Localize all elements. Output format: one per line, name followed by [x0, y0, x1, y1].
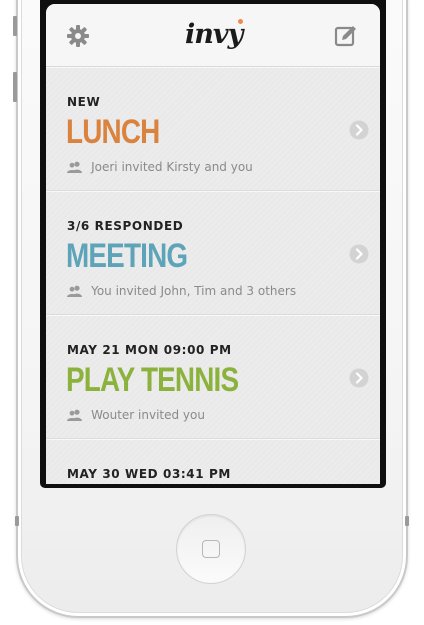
side-button-bottom-right — [405, 516, 409, 526]
event-item-meeting[interactable]: 3/6 RESPONDED MEETING You invited John, … — [46, 191, 380, 315]
event-title: MEETING — [66, 237, 188, 275]
app-header: invy — [46, 4, 380, 67]
event-meta-text: Wouter invited you — [91, 407, 205, 422]
compose-icon[interactable] — [333, 23, 359, 49]
event-meta: You invited John, Tim and 3 others — [67, 280, 297, 298]
gear-icon[interactable] — [65, 23, 91, 49]
home-button[interactable] — [176, 514, 246, 584]
event-title: LUNCH — [66, 113, 160, 151]
home-square-icon — [202, 540, 220, 558]
event-meta-text: You invited John, Tim and 3 others — [91, 283, 297, 298]
people-icon — [67, 409, 82, 421]
device-screenshot: invy NEW LUNCH Joeri invited Kirsty and … — [0, 0, 424, 625]
event-status: MAY 30 WED 03:41 PM — [67, 467, 231, 481]
app-logo: invy — [185, 16, 243, 56]
event-list: NEW LUNCH Joeri invited Kirsty and you 3… — [46, 67, 380, 484]
event-item-lunch[interactable]: NEW LUNCH Joeri invited Kirsty and you — [46, 67, 380, 191]
logo-accent-dot — [238, 19, 243, 24]
chevron-right-icon[interactable] — [349, 120, 369, 140]
event-title: PLAY TENNIS — [66, 361, 239, 399]
event-meta: Wouter invited you — [67, 404, 205, 422]
chevron-right-icon[interactable] — [349, 244, 369, 264]
event-item-partial[interactable]: MAY 30 WED 03:41 PM — [46, 439, 380, 484]
people-icon — [67, 285, 82, 297]
event-status: NEW — [67, 95, 101, 109]
event-status: 3/6 RESPONDED — [67, 219, 184, 233]
chevron-right-icon[interactable] — [349, 368, 369, 388]
event-meta: Joeri invited Kirsty and you — [67, 156, 253, 174]
mute-switch — [13, 16, 17, 36]
event-item-play-tennis[interactable]: MAY 21 MON 09:00 PM PLAY TENNIS Wouter i… — [46, 315, 380, 439]
people-icon — [67, 161, 82, 173]
app-screen: invy NEW LUNCH Joeri invited Kirsty and … — [46, 4, 380, 484]
volume-up-button — [13, 72, 17, 102]
side-button-bottom-left — [15, 516, 19, 526]
event-meta-text: Joeri invited Kirsty and you — [91, 159, 253, 174]
logo-text: invy — [185, 19, 243, 50]
event-status: MAY 21 MON 09:00 PM — [67, 343, 232, 357]
